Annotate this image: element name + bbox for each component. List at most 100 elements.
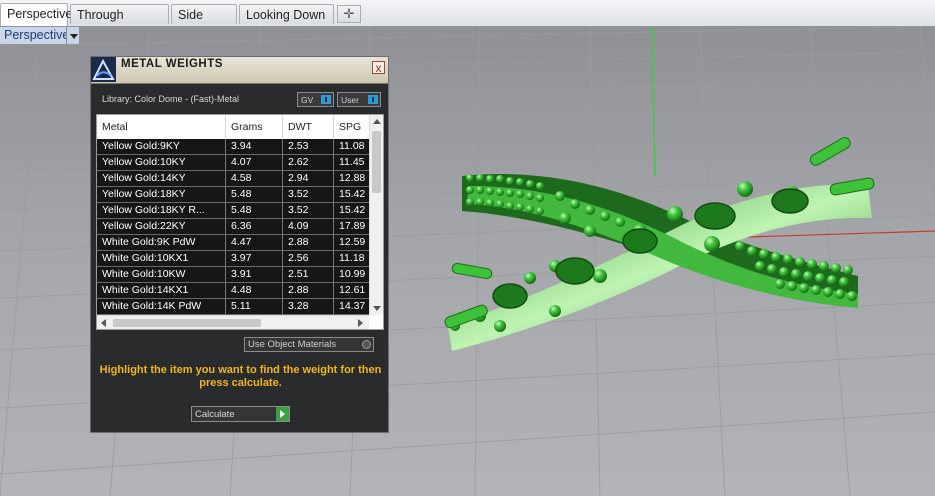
metal-cell: White Gold:10KX1 bbox=[97, 251, 226, 266]
calculate-dropdown[interactable]: Calculate bbox=[191, 406, 290, 422]
column-header-grams[interactable]: Grams bbox=[226, 115, 283, 139]
dwt-cell: 3.28 bbox=[283, 299, 334, 314]
scroll-thumb[interactable] bbox=[113, 319, 261, 327]
grams-cell: 4.07 bbox=[226, 155, 283, 170]
table-row[interactable]: Yellow Gold:18KY 5.48 3.52 15.42 bbox=[97, 187, 369, 203]
dwt-cell: 2.88 bbox=[283, 235, 334, 250]
use-object-materials-option[interactable]: Use Object Materials bbox=[244, 337, 374, 352]
panel-header[interactable]: METAL WEIGHTS x bbox=[91, 57, 388, 84]
scroll-down-icon[interactable] bbox=[373, 306, 381, 311]
viewport-menu-arrow[interactable] bbox=[66, 27, 79, 44]
metal-cell: Yellow Gold:10KY bbox=[97, 155, 226, 170]
library-label: Library: Color Dome - (Fast)-Metal bbox=[102, 94, 240, 104]
column-header-dwt[interactable]: DWT bbox=[283, 115, 334, 139]
metal-cell: Yellow Gold:22KY bbox=[97, 219, 226, 234]
toggle-switch-icon bbox=[368, 95, 378, 104]
scroll-up-icon[interactable] bbox=[373, 119, 381, 124]
tab-label: Perspective bbox=[7, 7, 73, 21]
dwt-cell: 2.53 bbox=[283, 139, 334, 154]
grams-cell: 5.48 bbox=[226, 203, 283, 218]
table-row[interactable]: White Gold:10KW 3.91 2.51 10.99 bbox=[97, 267, 369, 283]
spg-cell: 14.37 bbox=[339, 300, 366, 312]
instruction-text: Highlight the item you want to find the … bbox=[99, 364, 382, 389]
toggle-switch-icon bbox=[321, 95, 331, 104]
table-row[interactable]: Yellow Gold:14KY 4.58 2.94 12.88 bbox=[97, 171, 369, 187]
user-toggle-label: User bbox=[341, 95, 359, 105]
table-row[interactable]: White Gold:9K PdW 4.47 2.88 12.59 bbox=[97, 235, 369, 251]
table-row[interactable]: White Gold:10KX1 3.97 2.56 11.18 bbox=[97, 251, 369, 267]
dwt-cell: 2.94 bbox=[283, 171, 334, 186]
metal-weights-panel: METAL WEIGHTS x Library: Color Dome - (F… bbox=[90, 56, 389, 433]
spg-cell: 11.08 bbox=[339, 140, 365, 152]
table-body: Yellow Gold:9KY 3.94 2.53 11.08 Yellow G… bbox=[97, 139, 369, 315]
spg-cell: 17.89 bbox=[339, 220, 366, 232]
grams-cell: 3.97 bbox=[226, 251, 283, 266]
table-row[interactable]: Yellow Gold:22KY 6.36 4.09 17.89 bbox=[97, 219, 369, 235]
vertical-scrollbar[interactable] bbox=[369, 115, 383, 315]
grams-cell: 5.11 bbox=[226, 299, 283, 314]
dwt-cell: 2.88 bbox=[283, 283, 334, 298]
metal-cell: White Gold:14KX1 bbox=[97, 283, 226, 298]
metal-cell: Yellow Gold:18KY bbox=[97, 187, 226, 202]
metal-weights-table: Metal Grams DWT SPG Yellow Gold:9KY 3.94… bbox=[96, 114, 384, 330]
column-header-spg[interactable]: SPG bbox=[334, 115, 369, 139]
dwt-cell: 2.62 bbox=[283, 155, 334, 170]
plus-icon: ✛ bbox=[343, 6, 355, 21]
spg-cell: 12.59 bbox=[339, 236, 366, 248]
dwt-cell: 4.09 bbox=[283, 219, 334, 234]
metal-cell: Yellow Gold:18KY R... bbox=[97, 203, 226, 218]
column-header-metal[interactable]: Metal bbox=[97, 115, 226, 139]
metal-cell: White Gold:10KW bbox=[97, 267, 226, 282]
scroll-right-icon[interactable] bbox=[358, 319, 363, 327]
grams-cell: 4.47 bbox=[226, 235, 283, 250]
grams-cell: 5.48 bbox=[226, 187, 283, 202]
close-button[interactable]: x bbox=[372, 61, 385, 74]
dwt-cell: 2.56 bbox=[283, 251, 334, 266]
metal-cell: White Gold:14K PdW bbox=[97, 299, 226, 314]
grams-cell: 6.36 bbox=[226, 219, 283, 234]
spg-cell: 15.42 bbox=[339, 204, 366, 216]
tab-perspective[interactable]: Perspective bbox=[0, 3, 72, 26]
use-object-materials-label: Use Object Materials bbox=[248, 339, 337, 350]
tab-side-view[interactable]: Side View bbox=[171, 4, 237, 42]
tab-looking-down[interactable]: Looking Down bbox=[239, 4, 334, 24]
table-row[interactable]: White Gold:14KX1 4.48 2.88 12.61 bbox=[97, 283, 369, 299]
panel-title: METAL WEIGHTS bbox=[121, 58, 223, 70]
view-tab-bar: Perspective Through Finger Side View Loo… bbox=[0, 0, 935, 42]
dwt-cell: 3.52 bbox=[283, 203, 334, 218]
user-toggle[interactable]: User bbox=[337, 92, 381, 107]
table-row[interactable]: White Gold:14K PdW 5.11 3.28 14.37 bbox=[97, 299, 369, 315]
horizontal-scrollbar[interactable] bbox=[97, 315, 369, 329]
metal-cell: Yellow Gold:9KY bbox=[97, 139, 226, 154]
scroll-left-icon[interactable] bbox=[101, 319, 106, 327]
spg-cell: 12.61 bbox=[339, 284, 366, 296]
add-tab-button[interactable]: ✛ bbox=[337, 5, 361, 23]
metal-cell: Yellow Gold:14KY bbox=[97, 171, 226, 186]
table-row[interactable]: Yellow Gold:18KY R... 5.48 3.52 15.42 bbox=[97, 203, 369, 219]
tab-label: Looking Down bbox=[246, 8, 326, 22]
spg-cell: 11.45 bbox=[339, 156, 365, 168]
table-row[interactable]: Yellow Gold:9KY 3.94 2.53 11.08 bbox=[97, 139, 369, 155]
table-row[interactable]: Yellow Gold:10KY 4.07 2.62 11.45 bbox=[97, 155, 369, 171]
grams-cell: 4.58 bbox=[226, 171, 283, 186]
metal-cell: White Gold:9K PdW bbox=[97, 235, 226, 250]
play-icon[interactable] bbox=[276, 407, 289, 421]
gv-toggle[interactable]: GV bbox=[297, 92, 334, 107]
grams-cell: 3.91 bbox=[226, 267, 283, 282]
grams-cell: 3.94 bbox=[226, 139, 283, 154]
grams-cell: 4.48 bbox=[226, 283, 283, 298]
tab-through-finger[interactable]: Through Finger bbox=[70, 4, 169, 42]
spg-cell: 11.18 bbox=[339, 252, 365, 264]
spg-cell: 15.42 bbox=[339, 188, 366, 200]
scroll-thumb[interactable] bbox=[372, 131, 381, 193]
dwt-cell: 3.52 bbox=[283, 187, 334, 202]
spg-cell: 10.99 bbox=[339, 268, 366, 280]
app-logo-icon bbox=[91, 57, 116, 82]
radio-icon[interactable] bbox=[362, 340, 371, 349]
viewport-title[interactable]: Perspective bbox=[0, 27, 74, 44]
gv-toggle-label: GV bbox=[301, 95, 314, 105]
dwt-cell: 2.51 bbox=[283, 267, 334, 282]
spg-cell: 12.88 bbox=[339, 172, 366, 184]
table-header: Metal Grams DWT SPG bbox=[97, 115, 369, 140]
calculate-label: Calculate bbox=[195, 409, 235, 420]
